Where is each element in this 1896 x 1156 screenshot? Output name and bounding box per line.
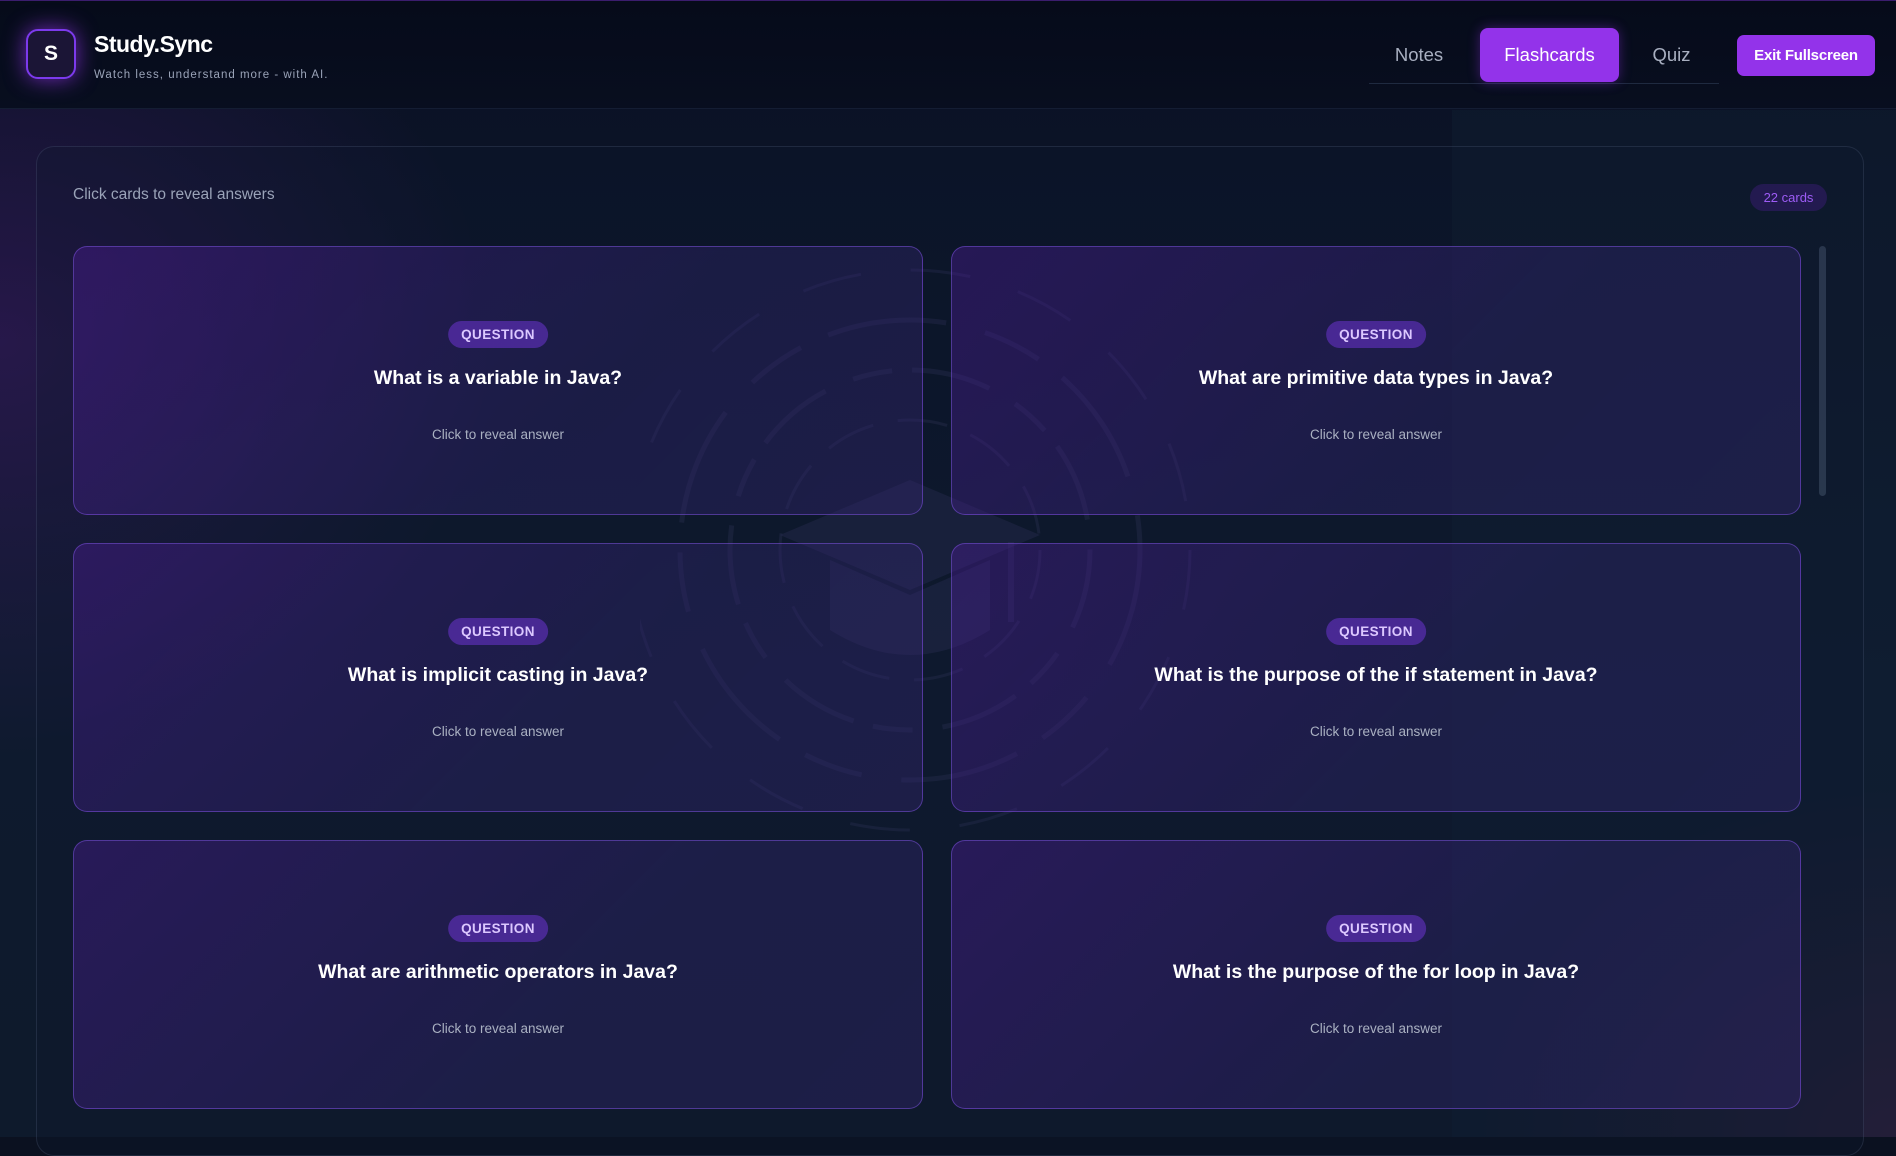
tab-notes[interactable]: Notes — [1369, 28, 1469, 82]
question-badge: QUESTION — [448, 618, 548, 645]
reveal-hint: Click to reveal answer — [1309, 724, 1443, 739]
app-title: Study.Sync — [94, 31, 213, 57]
app-header: S Study.Sync Watch less, understand more… — [0, 0, 1896, 109]
question-badge: QUESTION — [448, 321, 548, 348]
flashcard-question: What are arithmetic operators in Java? — [318, 961, 678, 983]
question-badge: QUESTION — [448, 915, 548, 942]
scrollbar[interactable] — [1819, 246, 1826, 496]
question-badge: QUESTION — [1326, 915, 1426, 942]
app-logo[interactable]: S — [26, 29, 76, 79]
reveal-hint: Click to reveal answer — [431, 724, 565, 739]
flashcard-question: What are primitive data types in Java? — [1198, 367, 1554, 389]
question-badge: QUESTION — [1326, 618, 1426, 645]
flashcards-hint: Click cards to reveal answers — [73, 186, 275, 203]
flashcard-question: What is the purpose of the if statement … — [1154, 664, 1598, 686]
question-badge: QUESTION — [1326, 321, 1426, 348]
app-tagline: Watch less, understand more - with AI. — [94, 69, 329, 81]
reveal-hint: Click to reveal answer — [1309, 1021, 1443, 1036]
flashcard[interactable]: QUESTION What are primitive data types i… — [951, 246, 1801, 515]
flashcard[interactable]: QUESTION What are arithmetic operators i… — [73, 840, 923, 1109]
flashcard[interactable]: QUESTION What is a variable in Java? Cli… — [73, 246, 923, 515]
flashcard[interactable]: QUESTION What is the purpose of the if s… — [951, 543, 1801, 812]
flashcard-question: What is a variable in Java? — [373, 367, 623, 389]
flashcard[interactable]: QUESTION What is the purpose of the for … — [951, 840, 1801, 1109]
tab-quiz[interactable]: Quiz — [1624, 28, 1719, 82]
flashcard-question: What is implicit casting in Java? — [347, 664, 649, 686]
reveal-hint: Click to reveal answer — [431, 427, 565, 442]
tab-flashcards[interactable]: Flashcards — [1480, 28, 1619, 82]
exit-fullscreen-button[interactable]: Exit Fullscreen — [1737, 35, 1875, 76]
reveal-hint: Click to reveal answer — [431, 1021, 565, 1036]
flashcard[interactable]: QUESTION What is implicit casting in Jav… — [73, 543, 923, 812]
reveal-hint: Click to reveal answer — [1309, 427, 1443, 442]
flashcard-question: What is the purpose of the for loop in J… — [1172, 961, 1580, 983]
card-count-badge: 22 cards — [1750, 184, 1827, 211]
mode-tabs: Notes Flashcards Quiz — [1369, 27, 1719, 84]
